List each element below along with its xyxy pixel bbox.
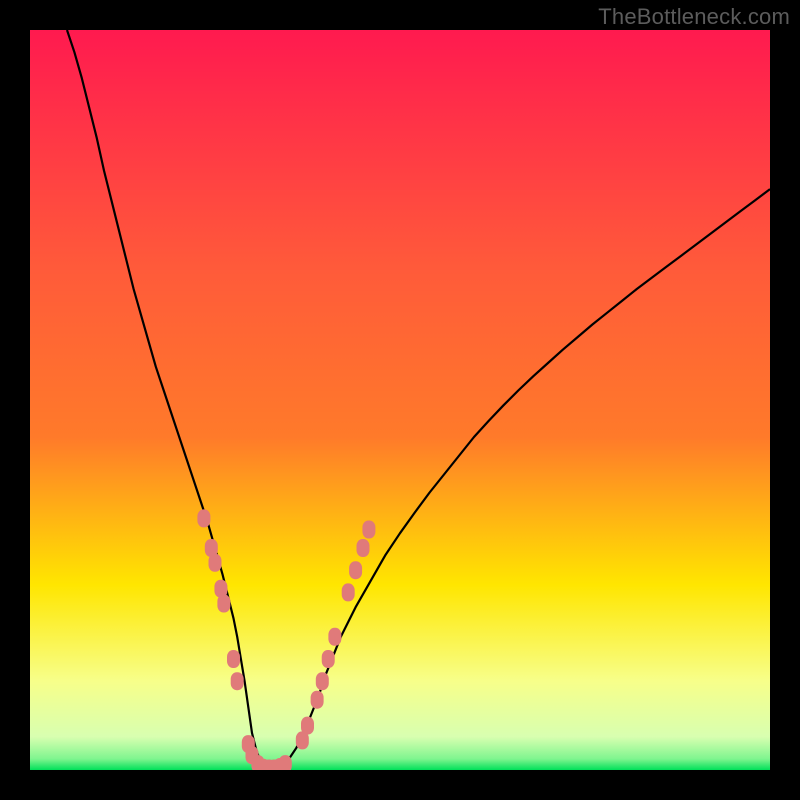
data-point-marker xyxy=(279,755,292,770)
data-point-marker xyxy=(316,672,329,690)
gradient-background xyxy=(30,30,770,770)
data-point-marker xyxy=(227,650,240,668)
data-point-marker xyxy=(362,521,375,539)
data-point-marker xyxy=(357,539,370,557)
chart-frame: TheBottleneck.com xyxy=(0,0,800,800)
data-point-marker xyxy=(349,561,362,579)
bottleneck-plot xyxy=(30,30,770,770)
data-point-marker xyxy=(231,672,244,690)
data-point-marker xyxy=(209,554,222,572)
data-point-marker xyxy=(328,628,341,646)
data-point-marker xyxy=(301,717,314,735)
data-point-marker xyxy=(197,509,210,527)
data-point-marker xyxy=(217,595,230,613)
watermark-text: TheBottleneck.com xyxy=(598,4,790,30)
data-point-marker xyxy=(342,583,355,601)
plot-svg xyxy=(30,30,770,770)
data-point-marker xyxy=(322,650,335,668)
data-point-marker xyxy=(311,691,324,709)
